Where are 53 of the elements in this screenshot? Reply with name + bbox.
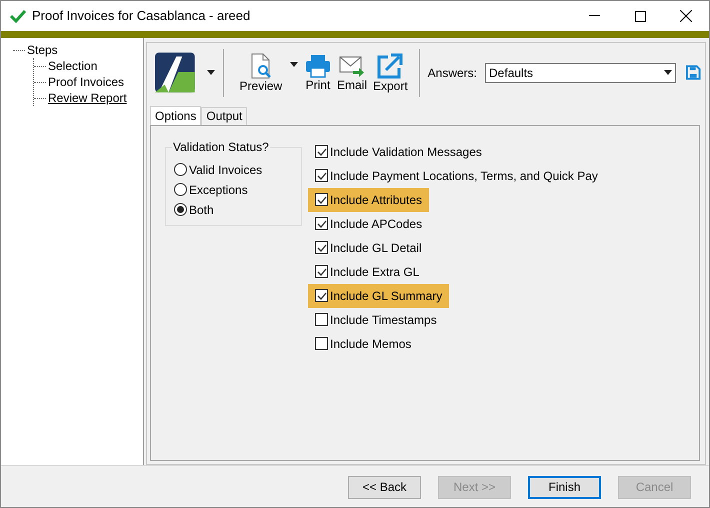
answers-dropdown[interactable]: Defaults xyxy=(485,62,676,83)
checkbox-label[interactable]: Include GL Summary xyxy=(330,286,442,305)
minimize-icon xyxy=(588,15,600,17)
checkbox[interactable] xyxy=(315,313,328,326)
radio-button[interactable] xyxy=(174,183,187,196)
caret-icon[interactable] xyxy=(290,62,298,68)
checkbox[interactable] xyxy=(315,145,328,158)
check-icon xyxy=(10,9,26,23)
dialog-button[interactable]: Finish xyxy=(528,476,601,498)
radio-label[interactable]: Both xyxy=(189,200,214,219)
tree-item[interactable]: Proof Invoices xyxy=(48,74,124,90)
checkbox-label[interactable]: Include Validation Messages xyxy=(330,142,482,161)
save-icon[interactable] xyxy=(686,65,702,80)
toolbar-button[interactable]: Export xyxy=(370,52,411,93)
toolbar-button[interactable]: Print xyxy=(302,54,334,92)
checkbox[interactable] xyxy=(315,241,328,254)
close-icon xyxy=(680,10,692,22)
checkbox[interactable] xyxy=(315,289,328,302)
checkbox-label[interactable]: Include Payment Locations, Terms, and Quick Pay xyxy=(330,166,598,185)
maximize-icon xyxy=(634,10,646,22)
export-icon xyxy=(377,52,404,79)
radio-button[interactable] xyxy=(174,163,187,176)
logo-icon[interactable] xyxy=(155,52,195,94)
checkbox-label[interactable]: Include Memos xyxy=(330,334,412,353)
checkbox[interactable] xyxy=(315,169,328,182)
tree-item[interactable]: Selection xyxy=(48,58,98,74)
tab[interactable]: Output xyxy=(201,106,248,125)
checkbox[interactable] xyxy=(315,265,328,278)
dialog-button[interactable]: << Back xyxy=(348,476,421,498)
checkbox[interactable] xyxy=(315,193,328,206)
caret-icon xyxy=(664,70,672,76)
tree-item[interactable]: Steps xyxy=(27,42,58,58)
radio-label[interactable]: Valid Invoices xyxy=(189,160,262,179)
caret-icon[interactable] xyxy=(206,70,215,76)
toolbar-button[interactable]: Email xyxy=(334,54,370,92)
checkbox[interactable] xyxy=(315,217,328,230)
radio-label[interactable]: Exceptions xyxy=(189,180,248,199)
checkbox[interactable] xyxy=(315,337,328,350)
radio-button[interactable] xyxy=(174,203,187,216)
tab[interactable]: Options xyxy=(150,106,202,126)
tree-item[interactable]: Review Report xyxy=(48,90,127,106)
checkbox-label[interactable]: Include Attributes xyxy=(330,190,422,209)
window-title: Proof Invoices for Casablanca - areed xyxy=(32,7,250,26)
checkbox-label[interactable]: Include APCodes xyxy=(330,214,422,233)
printer-icon xyxy=(304,54,331,78)
toolbar-button[interactable]: Preview xyxy=(234,52,288,93)
checkbox-label[interactable]: Include GL Detail xyxy=(330,238,422,257)
envelope-icon xyxy=(338,54,365,78)
checkbox-label[interactable]: Include Timestamps xyxy=(330,310,437,329)
checkbox-label[interactable]: Include Extra GL xyxy=(330,262,420,281)
answers-label: Answers: xyxy=(428,64,478,82)
group-title: Validation Status? xyxy=(172,140,270,154)
document-search-icon xyxy=(248,52,273,79)
